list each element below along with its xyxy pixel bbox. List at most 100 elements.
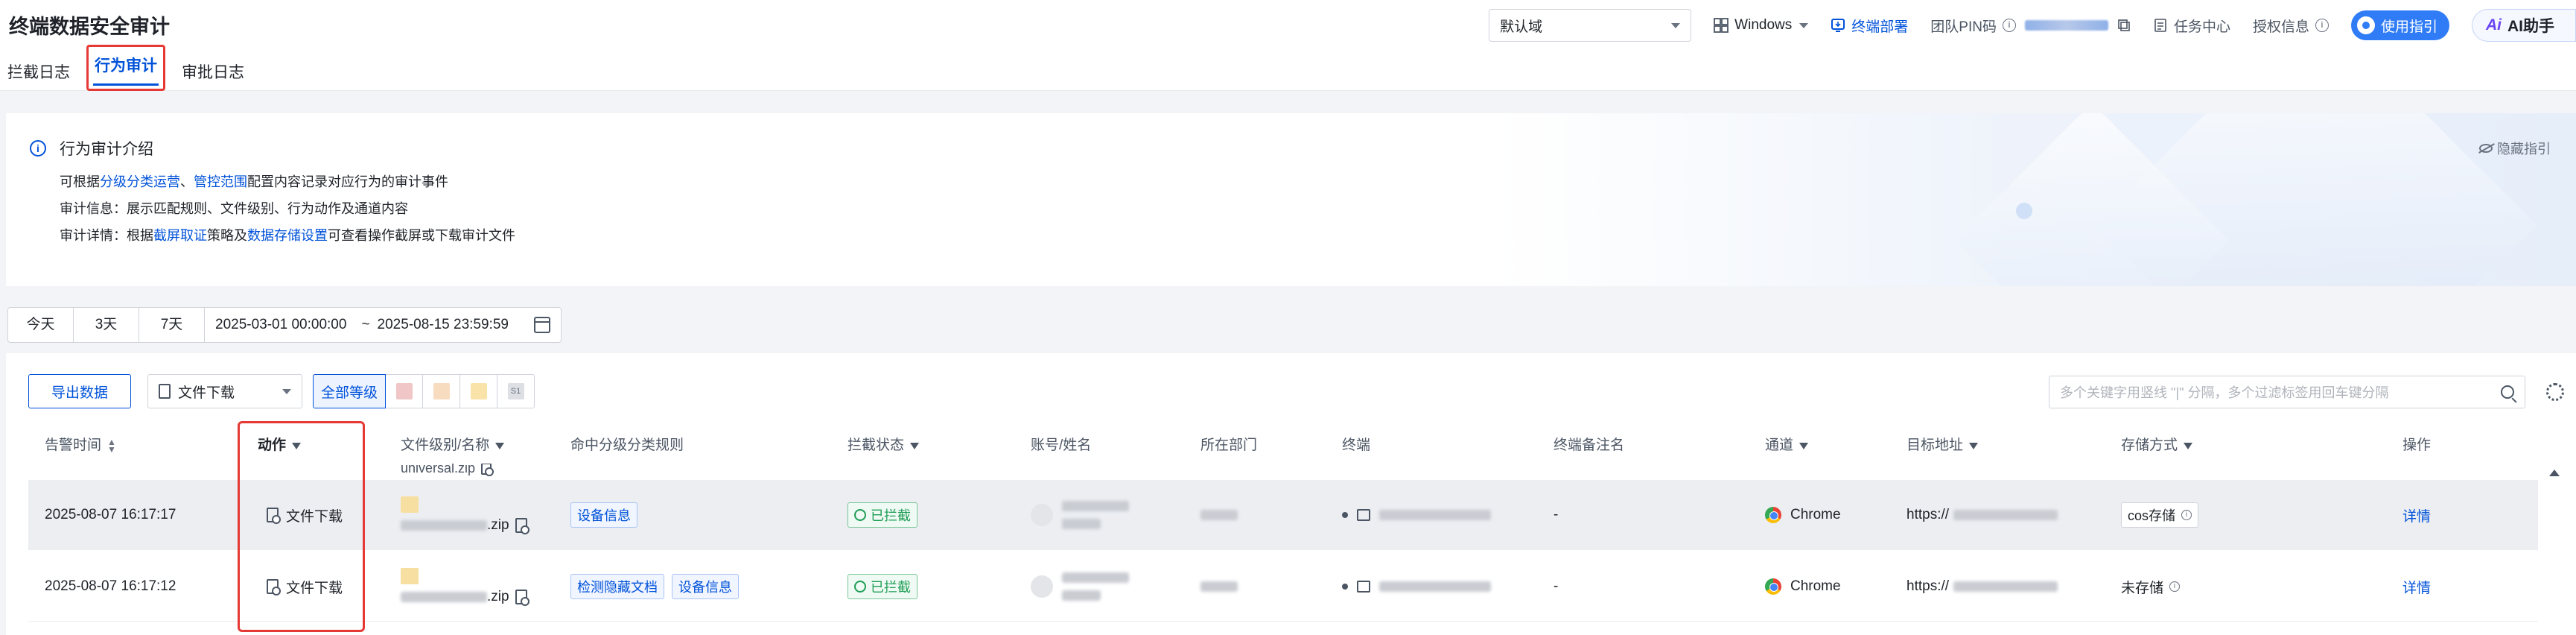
level-filter-orange[interactable] — [423, 374, 461, 408]
intro-text: 、 — [180, 174, 194, 189]
date-end: 2025-08-15 23:59:59 — [377, 317, 509, 332]
file-level-name-cell: .zip — [401, 480, 535, 550]
tab-intercept-log[interactable]: 拦截日志 — [0, 58, 77, 88]
status-text: 已拦截 — [871, 580, 911, 595]
redacted-text — [1062, 501, 1129, 511]
matched-rules-cell: 检测隐藏文档 设备信息 — [570, 552, 746, 622]
storage-text: cos存储 — [2128, 508, 2176, 523]
level-all-toggle[interactable]: 全部等级 — [313, 374, 387, 408]
col-action[interactable]: 动作 — [258, 428, 302, 464]
account-cell — [1031, 552, 1129, 622]
intro-text: 审计详情：根据 — [60, 228, 153, 243]
redacted-text — [1062, 519, 1101, 529]
filter-icon[interactable] — [292, 442, 302, 449]
col-terminal: 终端 — [1342, 437, 1371, 453]
department-cell — [1200, 480, 1238, 550]
intercept-status-cell: 已拦截 — [847, 480, 917, 550]
data-storage-settings-link[interactable]: 数据存储设置 — [247, 228, 328, 243]
export-data-button[interactable]: 导出数据 — [28, 374, 132, 408]
file-icon[interactable] — [515, 590, 529, 606]
screenshot-evidence-link[interactable]: 截屏取证 — [153, 228, 207, 243]
level-filter-yellow[interactable] — [460, 374, 498, 408]
channel-cell: Chrome — [1765, 552, 1841, 622]
date-range-picker[interactable]: 2025-03-01 00:00:00 ~ 2025-08-15 23:59:5… — [205, 308, 561, 342]
ai-assistant-button[interactable]: Ai AI助手 — [2472, 9, 2576, 42]
filter-icon[interactable] — [1969, 442, 1979, 449]
alert-time: 2025-08-07 16:17:17 — [45, 507, 176, 522]
avatar — [1031, 575, 1053, 598]
check-circle-icon — [854, 509, 866, 521]
filter-icon[interactable] — [2184, 442, 2193, 449]
intercept-status-cell: 已拦截 — [847, 552, 917, 622]
search-icon[interactable] — [2501, 385, 2514, 399]
deploy-link[interactable]: 终端部署 — [1831, 16, 1908, 36]
task-center-link[interactable]: 任务中心 — [2153, 16, 2230, 36]
hide-guide-button[interactable]: 隐藏指引 — [2479, 139, 2551, 158]
details-link[interactable]: 详情 — [2402, 552, 2431, 622]
ai-assistant-label: AI助手 — [2507, 18, 2554, 35]
level-filter-s1[interactable]: S1 — [497, 374, 535, 408]
target-address-cell: https:// — [1906, 480, 2058, 550]
date-3days-button[interactable]: 3天 — [74, 308, 139, 342]
col-operation: 操作 — [2402, 437, 2432, 453]
control-scope-link[interactable]: 管控范围 — [194, 174, 247, 189]
scroll-up-arrow-icon[interactable] — [2549, 470, 2560, 476]
action-cell: 文件下载 — [267, 552, 343, 622]
file-ext: .zip — [487, 517, 509, 533]
usage-guide-button[interactable]: 使用指引 — [2350, 10, 2449, 40]
chevron-down-icon — [1671, 22, 1681, 28]
sort-icon[interactable]: ▲ ▼ — [107, 437, 116, 454]
action-type-select[interactable]: 文件下载 — [147, 374, 303, 408]
copy-icon[interactable] — [2117, 19, 2131, 32]
domain-select-value: 默认域 — [1500, 19, 1543, 35]
top-header: 终端数据安全审计 拦截日志 行为审计 审批日志 默认域 Windows 终端部署… — [0, 0, 2576, 91]
file-icon[interactable] — [515, 518, 529, 534]
intro-line-3: 审计详情：根据截屏取证策略及数据存储设置可查看操作截屏或下载审计文件 — [60, 225, 515, 244]
os-select[interactable]: Windows — [1714, 17, 1809, 34]
filter-icon[interactable] — [495, 442, 505, 449]
account-name-redacted — [1062, 501, 1129, 529]
decorative-dot — [2016, 203, 2032, 219]
keyword-search-input[interactable]: 多个关键字用竖线 "|" 分隔，多个过滤标签用回车键分隔 — [2049, 376, 2525, 408]
hide-guide-label: 隐藏指引 — [2497, 142, 2551, 157]
terminal-cell — [1342, 552, 1491, 622]
status-badge: 已拦截 — [847, 574, 917, 599]
tab-approval-log[interactable]: 审批日志 — [174, 58, 252, 88]
redacted-text — [401, 520, 487, 531]
file-download-icon — [267, 508, 281, 524]
domain-select[interactable]: 默认域 — [1489, 9, 1692, 42]
filter-icon[interactable] — [1799, 442, 1809, 449]
date-today-button[interactable]: 今天 — [8, 308, 74, 342]
table-row[interactable]: 2025-08-07 16:17:12 文件下载 .zip 检测隐藏文档 设备信… — [28, 552, 2538, 622]
file-ext: .zip — [487, 589, 509, 604]
check-circle-icon — [854, 581, 866, 593]
col-label: 告警时间 — [45, 437, 102, 453]
status-dot — [1342, 584, 1348, 590]
details-link[interactable]: 详情 — [2402, 480, 2431, 550]
date-7days-button[interactable]: 7天 — [139, 308, 205, 342]
gear-icon[interactable] — [2546, 383, 2564, 401]
col-target-address[interactable]: 目标地址 — [1906, 428, 1979, 464]
classification-ops-link[interactable]: 分级分类运营 — [100, 174, 180, 189]
col-terminal-remark: 终端备注名 — [1553, 437, 1625, 453]
alert-time: 2025-08-07 16:17:12 — [45, 578, 176, 594]
col-intercept-status[interactable]: 拦截状态 — [847, 428, 920, 464]
file-download-icon — [267, 579, 281, 595]
table-header: 告警时间 ▲ ▼ 动作 文件级别/名称 命中分级分类规则 拦截状态 账号/姓名 所在… — [28, 428, 2538, 464]
table-row[interactable]: 2025-08-07 16:17:17 文件下载 .zip 设备信息 已拦截 -… — [28, 480, 2538, 550]
license-info-link[interactable]: 授权信息 i — [2253, 16, 2329, 36]
info-icon: i — [2169, 581, 2181, 592]
col-storage[interactable]: 存储方式 — [2121, 428, 2193, 464]
filter-icon[interactable] — [910, 442, 920, 449]
file-download-icon — [159, 384, 171, 399]
col-channel[interactable]: 通道 — [1765, 428, 1809, 464]
col-file-level-name[interactable]: 文件级别/名称 — [401, 428, 505, 464]
tab-behavior-audit[interactable]: 行为审计 — [86, 45, 165, 91]
calendar-icon — [534, 317, 550, 333]
partial-file-name: universal.zip — [401, 464, 499, 476]
target-prefix: https:// — [1906, 578, 1950, 594]
intro-text: 可查看操作截屏或下载审计文件 — [328, 228, 515, 243]
level-filter-red[interactable] — [386, 374, 424, 408]
redacted-text — [1062, 572, 1129, 583]
col-alert-time[interactable]: 告警时间 ▲ ▼ — [45, 428, 116, 464]
